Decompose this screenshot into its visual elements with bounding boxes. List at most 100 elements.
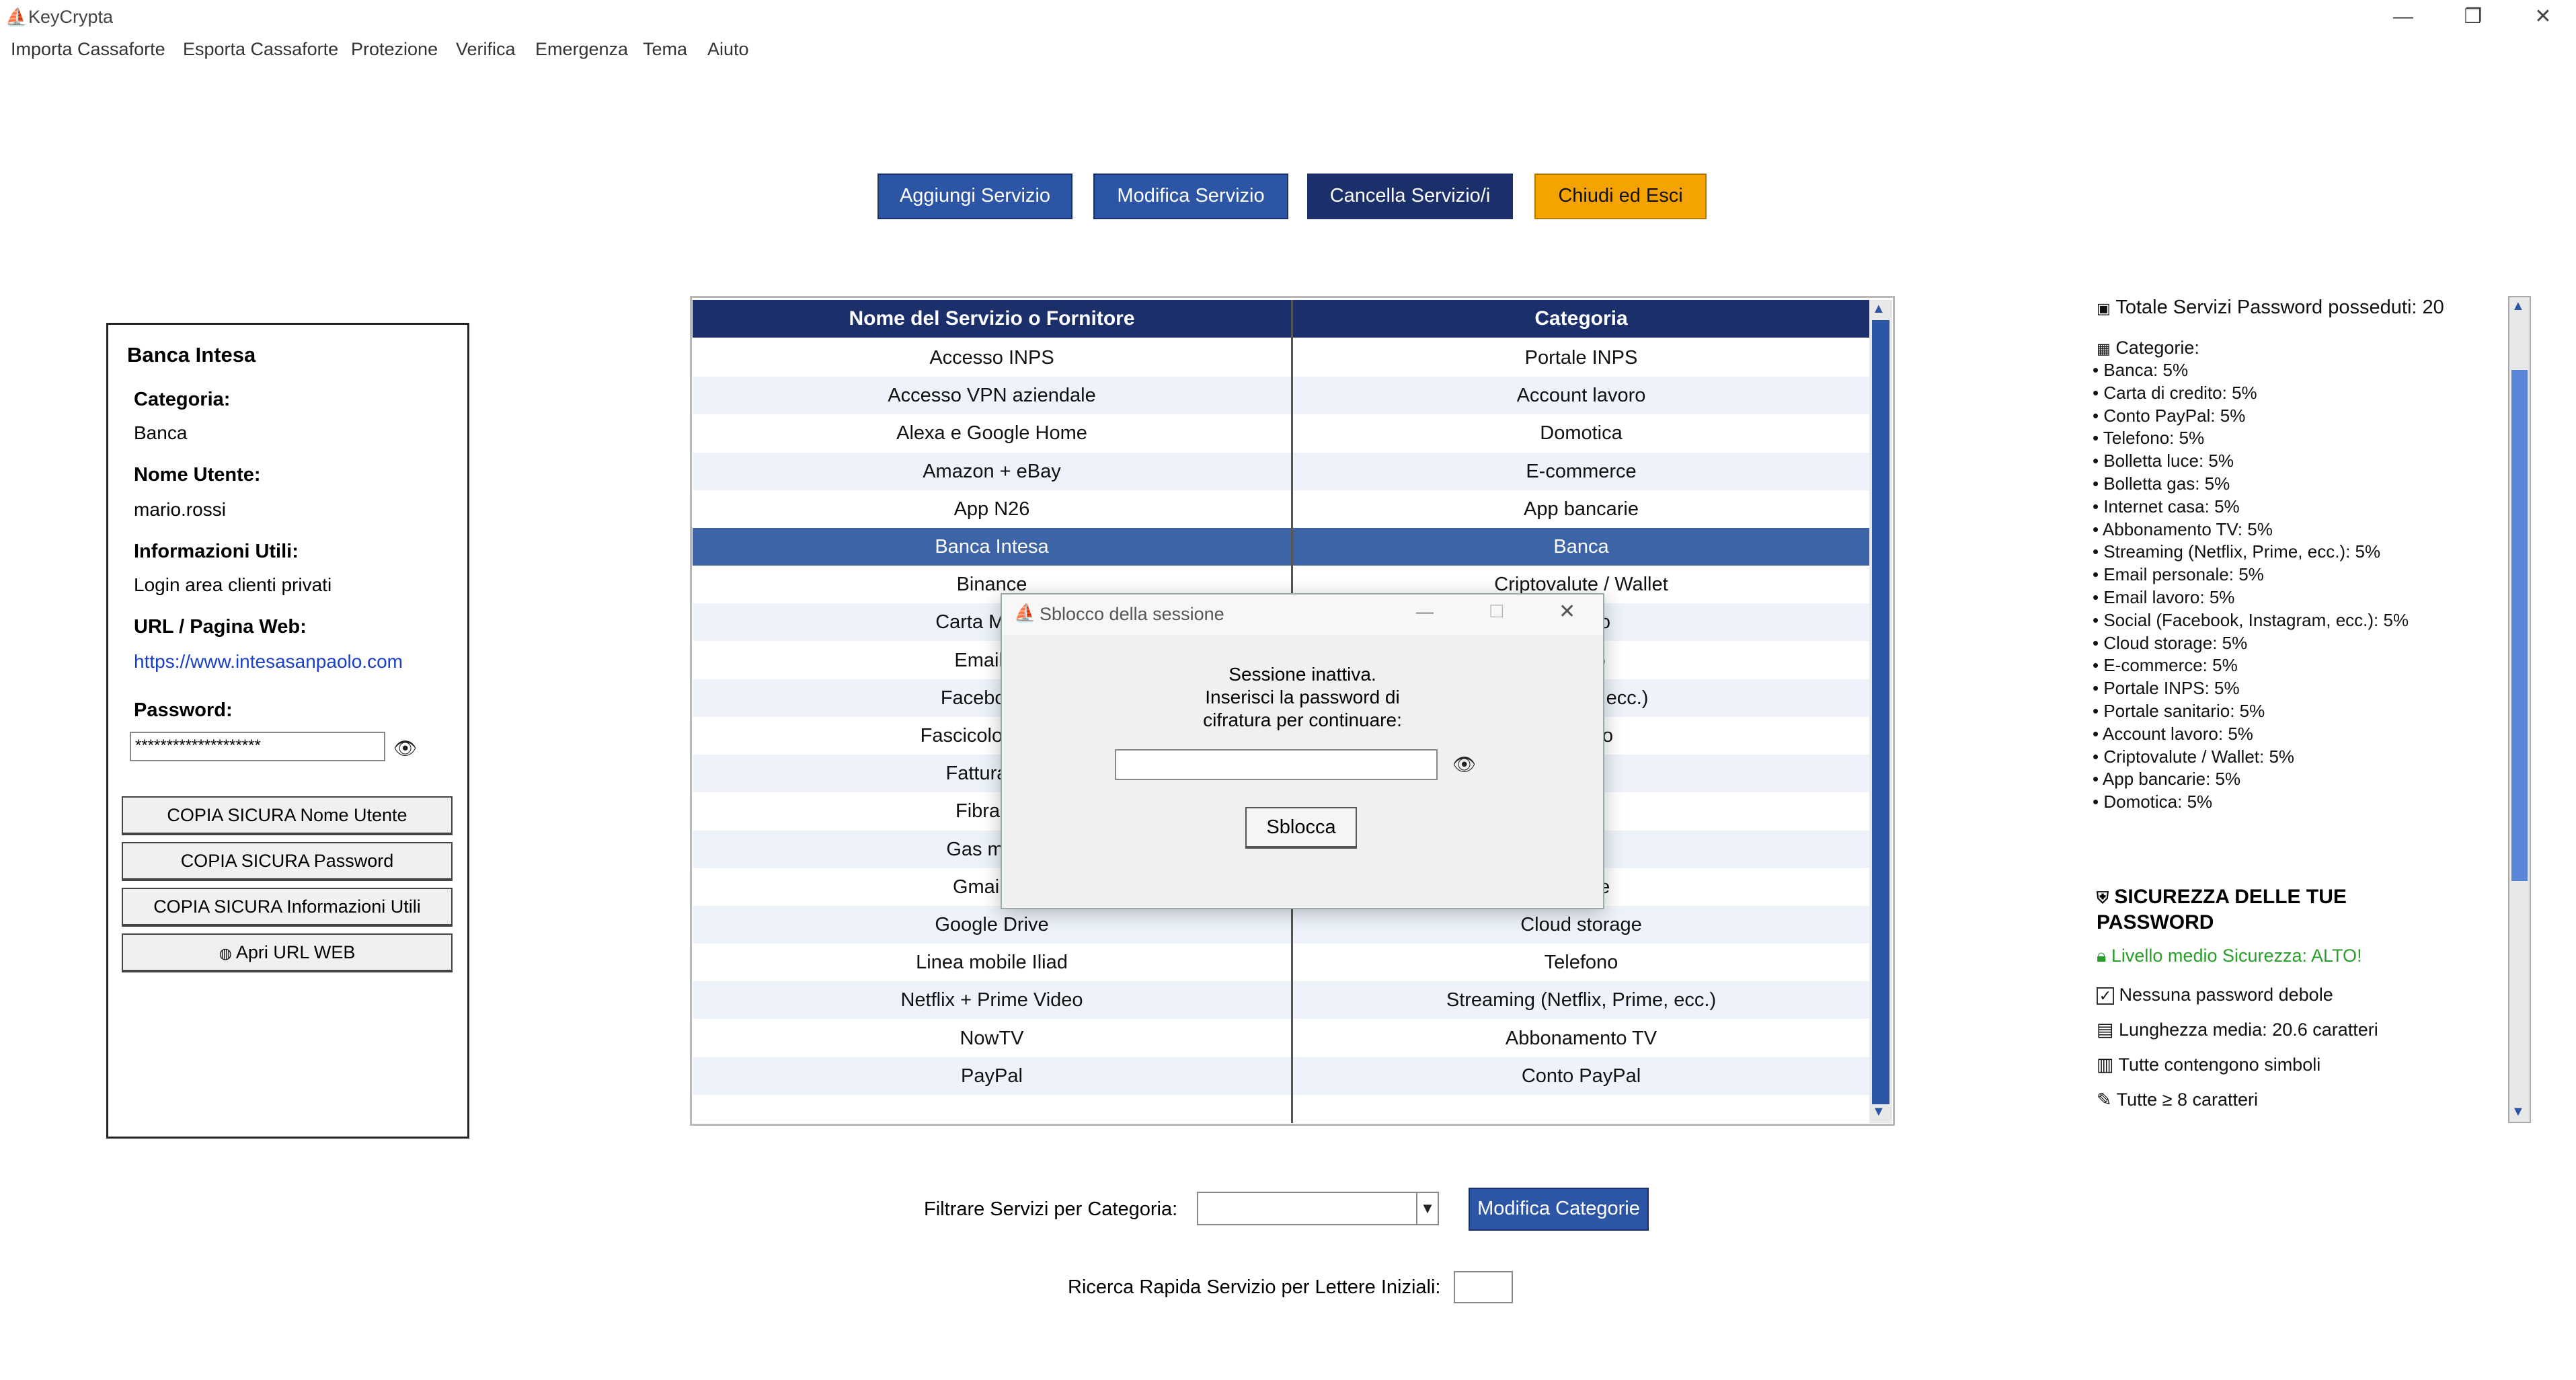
minimize-button[interactable]: —	[2368, 0, 2438, 34]
category-percentage-item: • E-commerce: 5%	[2093, 655, 2238, 676]
copy-password-button[interactable]: COPIA SICURA Password	[122, 842, 453, 881]
average-length: ▤ Lunghezza media: 20.6 caratteri	[2097, 1020, 2378, 1040]
table-scrollbar-thumb[interactable]	[1872, 320, 1889, 1104]
category-percentage-item: • Carta di credito: 5%	[2093, 382, 2257, 403]
details-title: Banca Intesa	[127, 343, 256, 367]
show-password-eye-icon[interactable]: 👁	[393, 737, 418, 759]
dialog-app-icon: ⛵	[1014, 603, 1036, 623]
category-percentage-item: • Email personale: 5%	[2093, 564, 2264, 585]
info-label: Informazioni Utili:	[134, 541, 299, 562]
scroll-down-arrow-icon[interactable]: ▼	[1872, 1104, 1885, 1120]
chart-icon: ▦	[2097, 340, 2111, 357]
restore-button[interactable]: ❐	[2438, 0, 2508, 34]
cell-category: Banca	[1553, 536, 1609, 558]
category-label: Categoria:	[134, 389, 231, 410]
dialog-title: Sblocco della sessione	[1040, 604, 1224, 624]
lock-green-icon: 🔒︎	[2097, 946, 2107, 966]
copy-username-button[interactable]: COPIA SICURA Nome Utente	[122, 796, 453, 835]
category-value: Banca	[134, 422, 188, 443]
shield-icon: ⛨	[2097, 889, 2109, 907]
password-field[interactable]: ********************	[130, 732, 385, 761]
dialog-message-line-2: Inserisci la password di	[1205, 687, 1400, 707]
category-percentage-item: • Social (Facebook, Instagram, ecc.): 5%	[2093, 609, 2409, 630]
cell-service-name: Netflix + Prime Video	[900, 989, 1083, 1011]
menu-importa-cassaforte[interactable]: Importa Cassaforte	[11, 38, 165, 61]
edit-service-button[interactable]: Modifica Servizio	[1093, 174, 1288, 219]
globe-icon: ◍	[219, 945, 232, 962]
category-percentage-item: • Bolletta luce: 5%	[2093, 451, 2234, 471]
cell-service-name: Alexa e Google Home	[896, 422, 1087, 445]
cell-service-name: NowTV	[960, 1027, 1024, 1049]
add-service-button[interactable]: Aggiungi Servizio	[877, 174, 1072, 219]
cell-category: Account lavoro	[1516, 385, 1646, 407]
stats-scroll-down-icon[interactable]: ▼	[2511, 1104, 2525, 1120]
quick-search-label: Ricerca Rapida Servizio per Lettere Iniz…	[1068, 1276, 1441, 1298]
category-percentage-item: • Internet casa: 5%	[2093, 496, 2240, 516]
cell-category: Telefono	[1544, 952, 1618, 974]
pencil-icon: ✎	[2097, 1089, 2112, 1110]
cell-service-name: Linea mobile Iliad	[916, 952, 1068, 974]
category-percentage-item: • Telefono: 5%	[2093, 428, 2205, 449]
category-percentage-item: • Banca: 5%	[2093, 360, 2189, 380]
scroll-up-arrow-icon[interactable]: ▲	[1872, 301, 1885, 317]
info-value: Login area clienti privati	[134, 574, 332, 595]
symbols-icon: ▥	[2097, 1055, 2114, 1075]
menu-esporta-cassaforte[interactable]: Esporta Cassaforte	[183, 38, 338, 61]
dialog-maximize-button: ☐	[1489, 601, 1505, 621]
quick-search-input[interactable]	[1454, 1271, 1513, 1303]
open-url-button[interactable]: ◍ Apri URL WEB	[122, 933, 453, 972]
category-percentage-item: • Bolletta gas: 5%	[2093, 473, 2230, 494]
category-percentage-item: • Domotica: 5%	[2093, 792, 2213, 812]
category-percentage-item: • Email lavoro: 5%	[2093, 587, 2235, 607]
category-percentage-item: • Conto PayPal: 5%	[2093, 405, 2246, 426]
dialog-message-line-3: cifratura per continuare:	[1203, 710, 1402, 730]
close-button[interactable]: ✕	[2508, 0, 2576, 34]
menu-tema[interactable]: Tema	[643, 38, 687, 61]
url-link[interactable]: https://www.intesasanpaolo.com	[134, 651, 403, 673]
dialog-message-line-1: Sessione inattiva.	[1228, 664, 1376, 685]
menu-aiuto[interactable]: Aiuto	[707, 38, 749, 61]
cell-category: Portale INPS	[1524, 347, 1638, 369]
url-label: URL / Pagina Web:	[134, 616, 307, 638]
chevron-down-icon[interactable]: ▼	[1416, 1193, 1438, 1224]
app-icon: ⛵	[5, 7, 28, 27]
menu-verifica[interactable]: Verifica	[456, 38, 516, 61]
categories-label: Categorie:	[2115, 338, 2199, 358]
stats-scrollbar-thumb[interactable]	[2511, 370, 2528, 881]
cell-service-name: Google Drive	[935, 914, 1049, 935]
category-percentage-item: • Portale sanitario: 5%	[2093, 701, 2265, 721]
category-percentage-item: • App bancarie: 5%	[2093, 769, 2241, 790]
edit-categories-button[interactable]: Modifica Categorie	[1469, 1188, 1649, 1231]
cell-service-name: PayPal	[961, 1065, 1023, 1087]
category-percentage-item: • Cloud storage: 5%	[2093, 632, 2248, 653]
category-percentage-item: • Account lavoro: 5%	[2093, 723, 2253, 744]
header-service-name[interactable]: Nome del Servizio o Fornitore	[693, 300, 1291, 338]
delete-service-button[interactable]: Cancella Servizio/i	[1307, 174, 1513, 219]
category-percentage-item: • Streaming (Netflix, Prime, ecc.): 5%	[2093, 541, 2381, 562]
copy-info-button[interactable]: COPIA SICURA Informazioni Utili	[122, 888, 453, 927]
category-percentage-item: • Abbonamento TV: 5%	[2093, 519, 2273, 539]
stats-scroll-up-icon[interactable]: ▲	[2511, 299, 2525, 314]
dialog-show-password-eye-icon[interactable]: 👁	[1452, 753, 1477, 775]
menu-emergenza[interactable]: Emergenza	[535, 38, 628, 61]
filter-label: Filtrare Servizi per Categoria:	[924, 1198, 1178, 1220]
dialog-minimize-button[interactable]: —	[1416, 601, 1434, 622]
category-percentage-item: • Criptovalute / Wallet: 5%	[2093, 746, 2295, 767]
unlock-button[interactable]: Sblocca	[1245, 807, 1357, 849]
header-category[interactable]: Categoria	[1293, 300, 1869, 338]
categories-heading: ▦ Categorie:	[2097, 336, 2199, 360]
cell-category: E-commerce	[1526, 460, 1637, 482]
total-services-text: Totale Servizi Password posseduti: 20	[2115, 297, 2444, 318]
dialog-close-button[interactable]: ✕	[1559, 600, 1575, 623]
cell-service-name: Accesso INPS	[929, 347, 1054, 369]
service-details-panel	[106, 323, 469, 1139]
dialog-password-input[interactable]	[1115, 749, 1438, 780]
menu-protezione[interactable]: Protezione	[351, 38, 438, 61]
security-level: 🔒︎ Livello medio Sicurezza: ALTO!	[2097, 946, 2362, 966]
category-filter-select[interactable]	[1197, 1192, 1439, 1225]
symbols-check: ▥ Tutte contengono simboli	[2097, 1055, 2321, 1075]
exit-button[interactable]: Chiudi ed Esci	[1534, 174, 1707, 219]
cell-service-name: Amazon + eBay	[923, 460, 1061, 482]
open-url-label: Apri URL WEB	[235, 942, 356, 962]
cell-category: App bancarie	[1524, 498, 1639, 520]
